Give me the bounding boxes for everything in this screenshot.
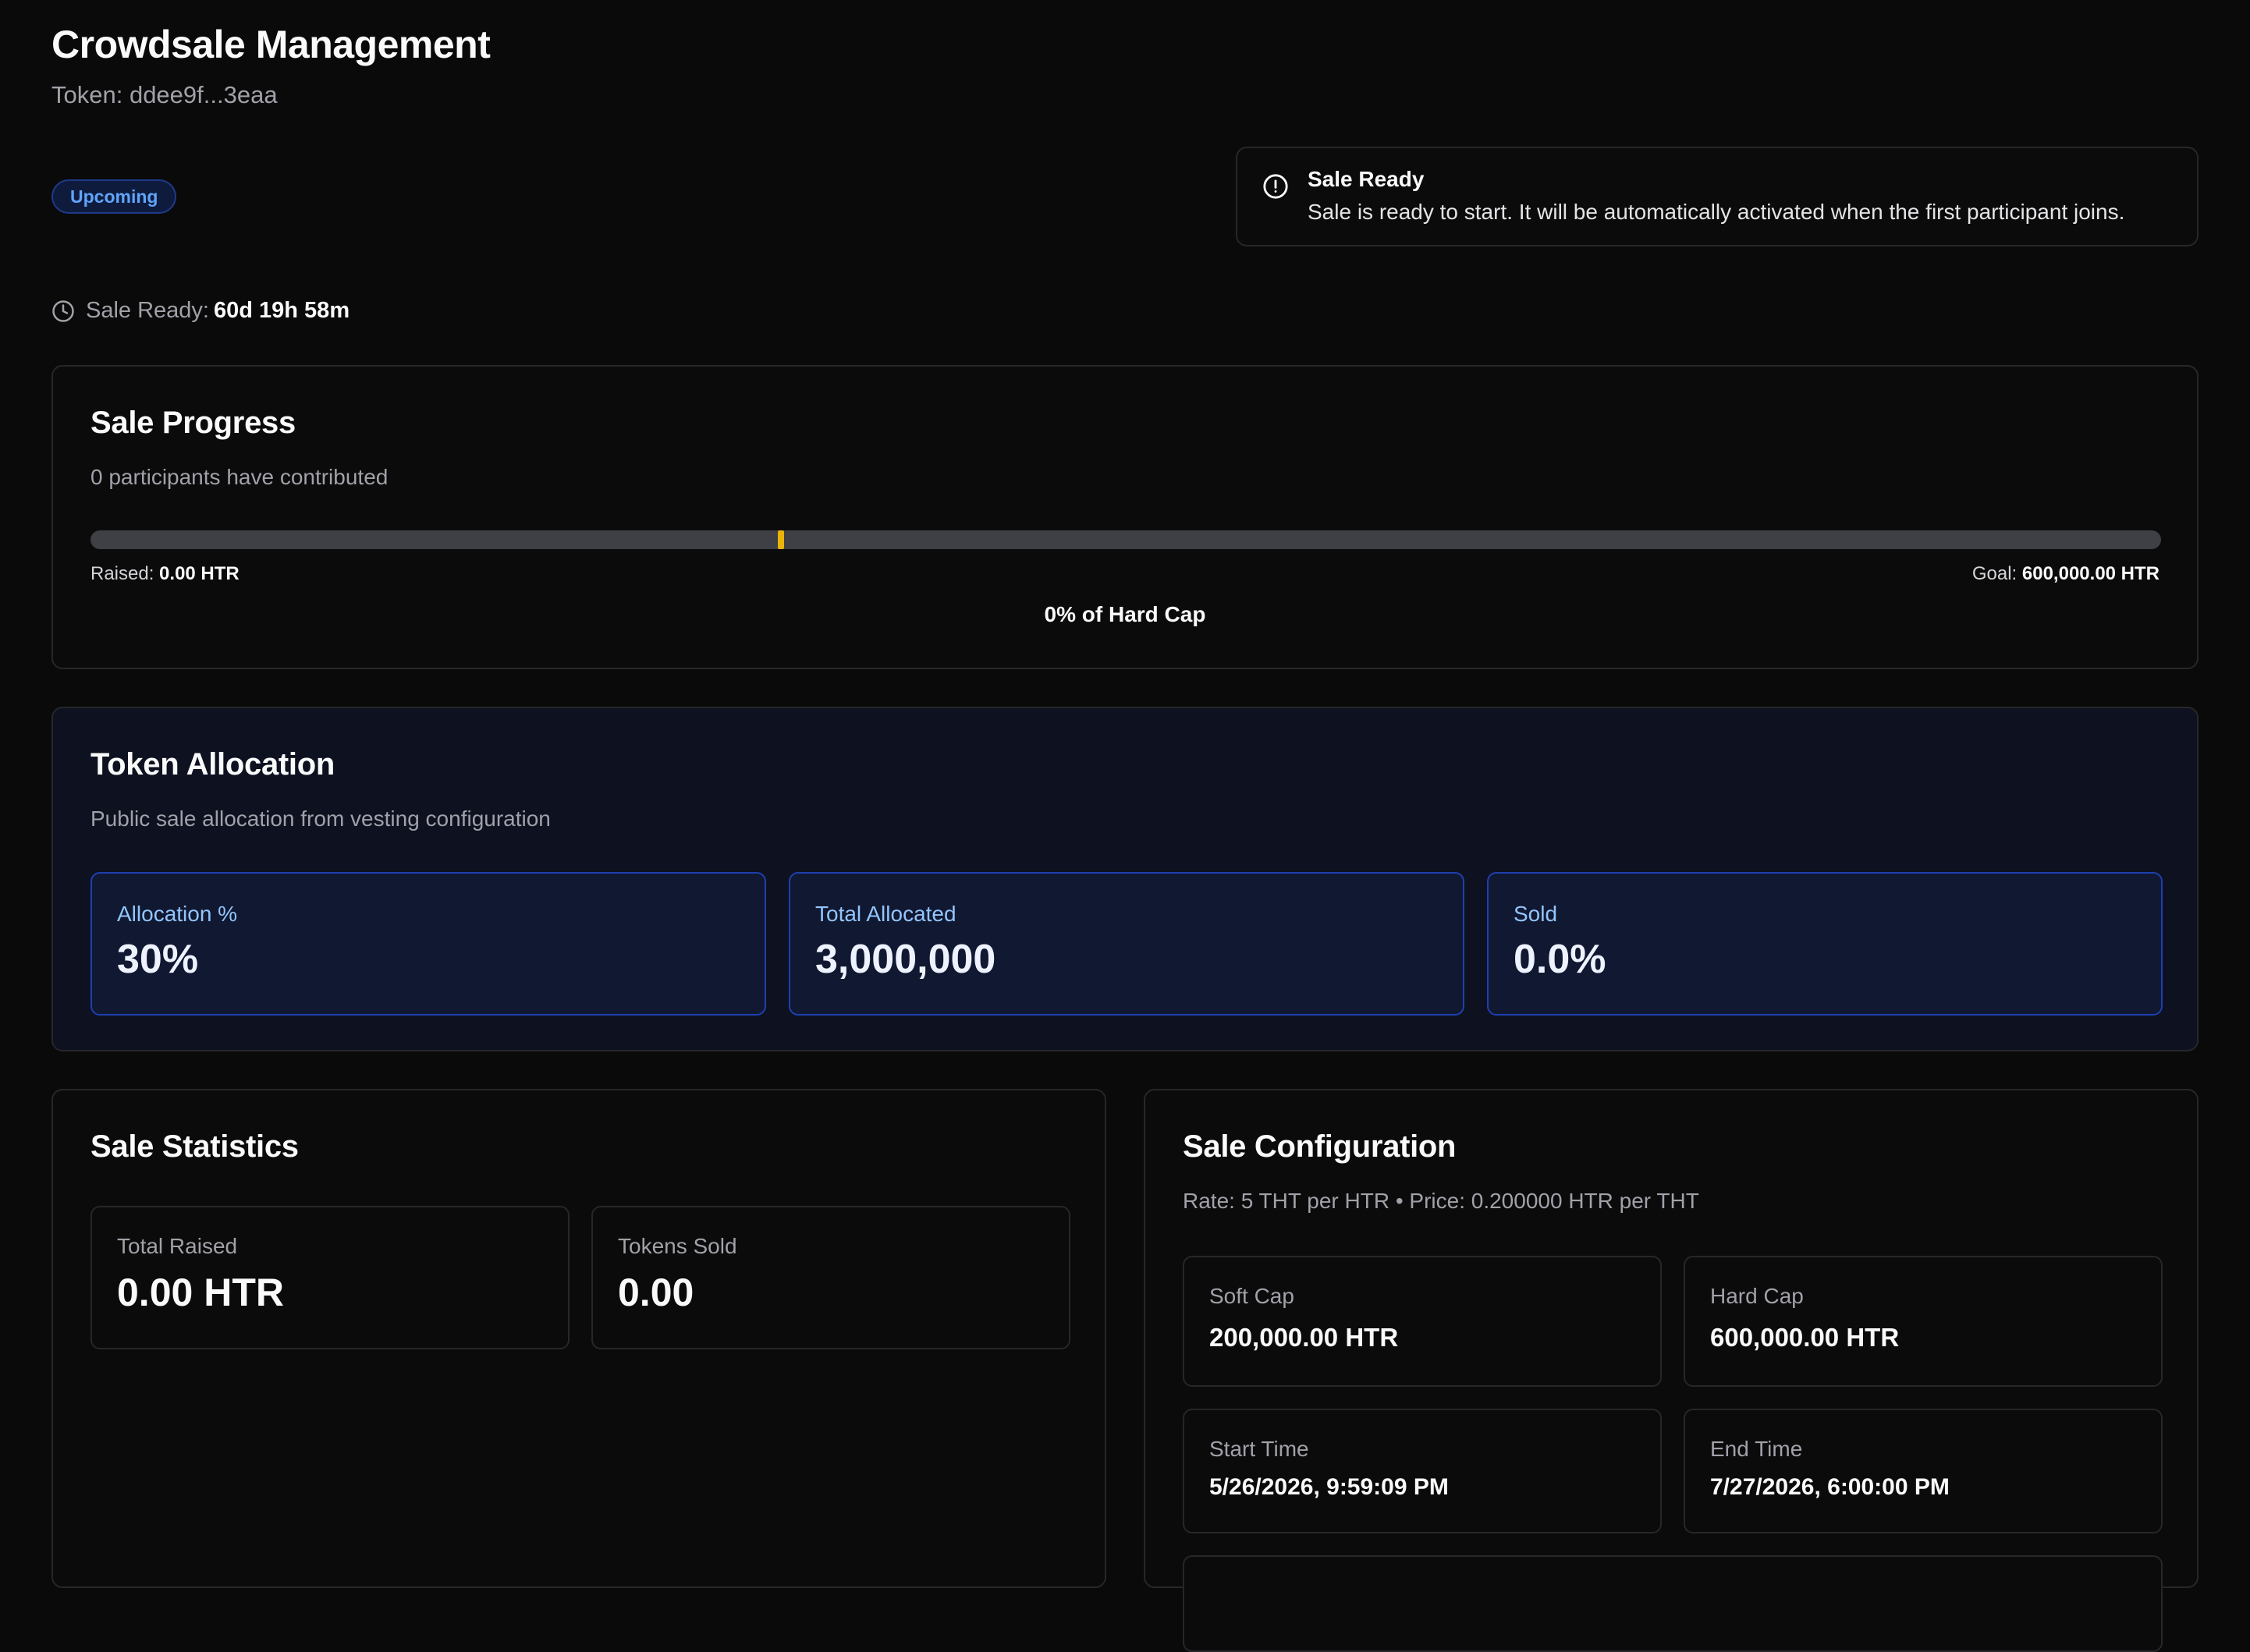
tokens-sold-box: Tokens Sold 0.00: [591, 1206, 1070, 1349]
status-badge: Upcoming: [51, 179, 177, 214]
sale-progress-card: Sale Progress 0 participants have contri…: [51, 365, 2199, 669]
countdown-label: Sale Ready:: [86, 298, 209, 323]
goal-value: 600,000.00 HTR: [2021, 563, 2160, 584]
allocation-title: Token Allocation: [90, 747, 335, 782]
alert-circle-icon: [1263, 174, 1288, 199]
box-value: 7/27/2026, 6:00:00 PM: [1710, 1474, 1950, 1500]
stat-value: 3,000,000: [815, 937, 996, 982]
statistics-title: Sale Statistics: [90, 1129, 299, 1164]
clock-icon: [52, 300, 74, 322]
soft-cap-box: Soft Cap 200,000.00 HTR: [1183, 1256, 1662, 1387]
box-label: Hard Cap: [1710, 1284, 1804, 1308]
raised-value: 0.00 HTR: [159, 563, 240, 584]
stat-value: 30%: [117, 937, 199, 982]
alert-message: Sale is ready to start. It will be autom…: [1308, 200, 2125, 224]
total-allocated-stat: Total Allocated 3,000,000: [789, 872, 1464, 1016]
stat-label: Total Allocated: [815, 902, 956, 926]
sale-countdown: Sale Ready: 60d 19h 58m: [51, 298, 350, 324]
token-allocation-card: Token Allocation Public sale allocation …: [51, 707, 2199, 1051]
hard-cap-box: Hard Cap 600,000.00 HTR: [1684, 1256, 2163, 1387]
hard-cap-percent: 0% of Hard Cap: [1044, 602, 1206, 626]
raised-label: Raised:: [90, 563, 154, 584]
box-label: Soft Cap: [1209, 1284, 1294, 1308]
stat-label: Sold: [1514, 902, 1558, 926]
box-value: 5/26/2026, 9:59:09 PM: [1209, 1474, 1449, 1500]
box-value: 0.00: [618, 1271, 694, 1314]
page-title: Crowdsale Management: [51, 23, 491, 66]
progress-title: Sale Progress: [90, 406, 296, 440]
sale-statistics-card: Sale Statistics Total Raised 0.00 HTR To…: [51, 1089, 1106, 1588]
soft-cap-marker: [777, 530, 784, 549]
box-value: 200,000.00 HTR: [1209, 1323, 1399, 1352]
countdown-value: 60d 19h 58m: [214, 298, 350, 323]
progress-description: 0 participants have contributed: [90, 465, 389, 489]
box-label: Total Raised: [117, 1234, 238, 1258]
box-label: Start Time: [1209, 1437, 1309, 1461]
stat-value: 0.0%: [1514, 937, 1606, 982]
alert-title: Sale Ready: [1308, 167, 1425, 191]
total-raised-box: Total Raised 0.00 HTR: [90, 1206, 570, 1349]
raised-amount: Raised: 0.00 HTR: [90, 563, 240, 585]
allocation-percent-stat: Allocation % 30%: [90, 872, 766, 1016]
rate-line: Rate: 5 THT per HTR • Price: 0.200000 HT…: [1183, 1189, 1699, 1213]
box-value: 0.00 HTR: [117, 1271, 284, 1314]
start-time-box: Start Time 5/26/2026, 9:59:09 PM: [1183, 1409, 1662, 1533]
sale-configuration-card: Sale Configuration Rate: 5 THT per HTR •…: [1144, 1089, 2199, 1652]
box-value: 600,000.00 HTR: [1710, 1323, 1900, 1352]
stat-label: Allocation %: [117, 902, 238, 926]
end-time-box: End Time 7/27/2026, 6:00:00 PM: [1684, 1409, 2163, 1533]
goal-label: Goal:: [1971, 563, 2018, 584]
token-id: Token: ddee9f...3eaa: [51, 81, 278, 108]
allocation-description: Public sale allocation from vesting conf…: [90, 807, 551, 831]
sale-ready-alert: Sale Ready Sale is ready to start. It wi…: [1236, 147, 2199, 246]
box-label: Tokens Sold: [618, 1234, 737, 1258]
progress-bar: [90, 530, 2161, 549]
configuration-title: Sale Configuration: [1183, 1129, 1457, 1164]
sold-stat: Sold 0.0%: [1487, 872, 2163, 1016]
box-label: End Time: [1710, 1437, 1803, 1461]
goal-amount: Goal: 600,000.00 HTR: [1972, 563, 2160, 585]
config-box-partial: [1183, 1555, 2163, 1652]
